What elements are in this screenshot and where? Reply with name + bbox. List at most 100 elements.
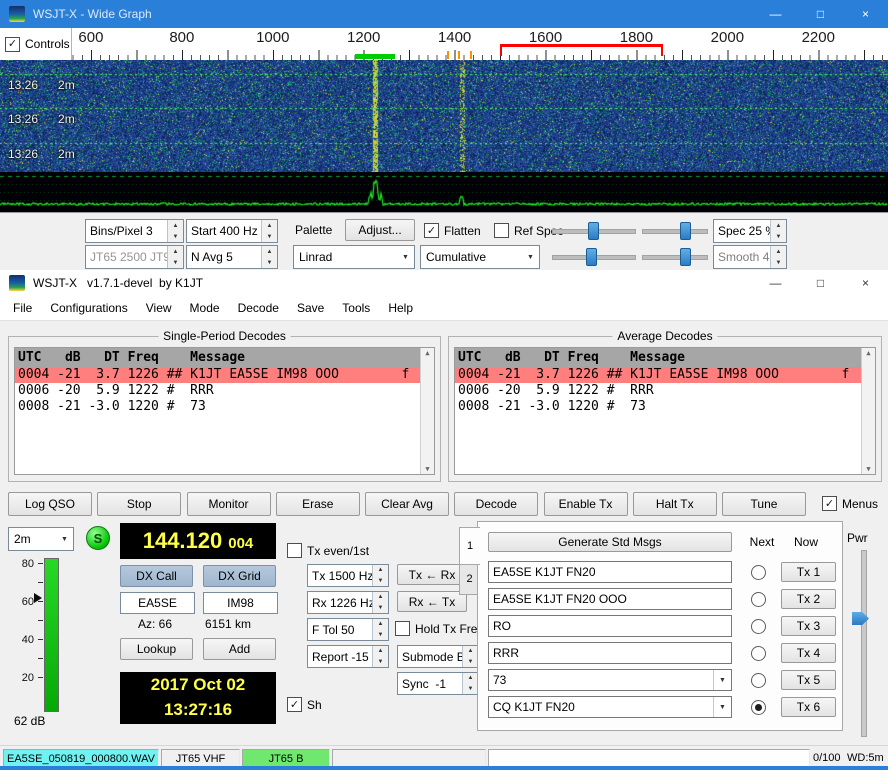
next-radio-5[interactable] — [751, 673, 766, 688]
minimize-icon[interactable]: — — [753, 270, 798, 296]
n-avg-spinner[interactable]: N Avg 5 — [186, 245, 278, 269]
dx-grid-button[interactable]: DX Grid — [203, 565, 276, 587]
spinner-arrows-icon[interactable] — [372, 619, 388, 640]
decode-row[interactable]: 0004 -21 3.7 1226 ## K1JT EA5SE IM98 OOO… — [15, 367, 421, 383]
enable-tx-button[interactable]: Enable Tx — [544, 492, 628, 516]
minimize-icon[interactable]: — — [753, 0, 798, 28]
decode-text-area[interactable]: UTC dB DT Freq Message 0004 -21 3.7 1226… — [454, 347, 876, 475]
spinner-arrows-icon[interactable] — [261, 246, 277, 268]
add-button[interactable]: Add — [203, 638, 276, 660]
adjust-palette-button[interactable]: Adjust... — [345, 219, 415, 241]
decode-row[interactable]: 0008 -21 -3.0 1220 # 73 — [455, 399, 862, 415]
rx-from-tx-button[interactable]: Rx ← Tx — [397, 591, 467, 612]
dx-grid-field[interactable]: IM98 — [203, 592, 278, 614]
menus-checkbox[interactable]: Menus — [822, 496, 878, 511]
submode-spinner[interactable]: Submode B — [397, 645, 479, 668]
waterfall[interactable]: 13:262m13:262m13:262m — [0, 60, 888, 172]
spectrum-zero-slider[interactable] — [642, 246, 708, 266]
decode-text-area[interactable]: UTC dB DT Freq Message 0004 -21 3.7 1226… — [14, 347, 435, 475]
menu-item-help[interactable]: Help — [379, 298, 422, 318]
pwr-slider[interactable] — [861, 550, 867, 737]
tx-1-button[interactable]: Tx 1 — [781, 562, 836, 582]
next-radio-1[interactable] — [751, 565, 766, 580]
tune-button[interactable]: Tune — [722, 492, 806, 516]
menu-item-mode[interactable]: Mode — [181, 298, 229, 318]
next-radio-6[interactable] — [751, 700, 766, 715]
spinner-arrows-icon[interactable] — [462, 646, 478, 667]
tx-4-button[interactable]: Tx 4 — [781, 643, 836, 663]
monitor-button[interactable]: Monitor — [187, 492, 271, 516]
tx-message-1-field[interactable]: EA5SE K1JT FN20 — [488, 561, 732, 583]
tx-frequency-spinner[interactable]: Tx 1500 Hz — [307, 564, 389, 587]
waterfall-zero-slider[interactable] — [642, 220, 708, 240]
sync-spinner[interactable]: Sync -1 — [397, 672, 479, 695]
menu-item-decode[interactable]: Decode — [229, 298, 288, 318]
menu-item-save[interactable]: Save — [288, 298, 333, 318]
slider-handle[interactable] — [680, 248, 691, 266]
spinner-arrows-icon[interactable] — [167, 220, 183, 242]
menu-item-tools[interactable]: Tools — [333, 298, 379, 318]
tx-3-button[interactable]: Tx 3 — [781, 616, 836, 636]
slider-handle[interactable] — [680, 222, 691, 240]
decode-row[interactable]: 0004 -21 3.7 1226 ## K1JT EA5SE IM98 OOO… — [455, 367, 862, 383]
rx-frequency-spinner[interactable]: Rx 1226 Hz — [307, 591, 389, 614]
tx-from-rx-button[interactable]: Tx ← Rx — [397, 564, 467, 585]
stop-button[interactable]: Stop — [97, 492, 181, 516]
spinner-arrows-icon[interactable] — [372, 592, 388, 613]
spinner-arrows-icon[interactable] — [372, 646, 388, 667]
decode-row[interactable]: 0006 -20 5.9 1222 # RRR — [15, 383, 421, 399]
clear-avg-button[interactable]: Clear Avg — [365, 492, 449, 516]
sh-checkbox[interactable]: Sh — [287, 697, 322, 712]
hold-tx-freq-checkbox[interactable]: Hold Tx Freq — [395, 621, 484, 636]
log-qso-button[interactable]: Log QSO — [8, 492, 92, 516]
spectrum-gain-slider[interactable] — [552, 246, 636, 266]
dx-call-field[interactable]: EA5SE — [120, 592, 195, 614]
decode-button[interactable]: Decode — [454, 492, 538, 516]
tx-message-5-field[interactable]: 73 — [488, 669, 732, 691]
tx-2-button[interactable]: Tx 2 — [781, 589, 836, 609]
tx-message-6-field[interactable]: CQ K1JT FN20 — [488, 696, 732, 718]
tx-message-4-field[interactable]: RRR — [488, 642, 732, 664]
spinner-arrows-icon[interactable] — [462, 673, 478, 694]
spinner-arrows-icon[interactable] — [261, 220, 277, 242]
waterfall-gain-slider[interactable] — [552, 220, 636, 240]
slider-handle[interactable] — [588, 222, 599, 240]
menu-item-file[interactable]: File — [4, 298, 41, 318]
spinner-arrows-icon[interactable] — [770, 220, 786, 242]
spec-percent-spinner[interactable]: Spec 25 % — [713, 219, 787, 243]
generate-std-msgs-button[interactable]: Generate Std Msgs — [488, 532, 732, 552]
spinner-arrows-icon[interactable] — [770, 246, 786, 268]
menu-item-view[interactable]: View — [137, 298, 181, 318]
decode-row[interactable]: 0006 -20 5.9 1222 # RRR — [455, 383, 862, 399]
decode-row[interactable]: 0008 -21 -3.0 1220 # 73 — [15, 399, 421, 415]
dx-call-button[interactable]: DX Call — [120, 565, 193, 587]
f-tol-spinner[interactable]: F Tol 50 — [307, 618, 389, 641]
spinner-arrows-icon[interactable] — [372, 565, 388, 586]
tx-message-2-field[interactable]: EA5SE K1JT FN20 OOO — [488, 588, 732, 610]
report-spinner[interactable]: Report -15 — [307, 645, 389, 668]
scrollbar[interactable] — [420, 348, 434, 474]
maximize-icon[interactable]: □ — [798, 270, 843, 296]
next-radio-4[interactable] — [751, 646, 766, 661]
close-icon[interactable]: × — [843, 270, 888, 296]
next-radio-2[interactable] — [751, 592, 766, 607]
start-frequency-spinner[interactable]: Start 400 Hz — [186, 219, 278, 243]
bins-per-pixel-spinner[interactable]: Bins/Pixel 3 — [85, 219, 184, 243]
halt-tx-button[interactable]: Halt Tx — [633, 492, 717, 516]
spectrum-type-combo[interactable]: Cumulative — [420, 245, 540, 269]
controls-checkbox[interactable]: Controls — [5, 37, 70, 52]
palette-combo[interactable]: Linrad — [293, 245, 415, 269]
frequency-scale[interactable]: 6008001000120014001600180020002200 Contr… — [0, 28, 888, 60]
tx-message-3-field[interactable]: RO — [488, 615, 732, 637]
tab-1[interactable]: 1 — [459, 527, 480, 565]
smooth-spinner[interactable]: Smooth 4 — [713, 245, 787, 269]
tx-even-checkbox[interactable]: Tx even/1st — [287, 543, 369, 558]
band-combo[interactable]: 2m — [8, 527, 74, 551]
close-icon[interactable]: × — [843, 0, 888, 28]
menu-item-configurations[interactable]: Configurations — [41, 298, 136, 318]
tx-5-button[interactable]: Tx 5 — [781, 670, 836, 690]
tx-6-button[interactable]: Tx 6 — [781, 697, 836, 717]
next-radio-3[interactable] — [751, 619, 766, 634]
slider-handle[interactable] — [586, 248, 597, 266]
maximize-icon[interactable]: □ — [798, 0, 843, 28]
